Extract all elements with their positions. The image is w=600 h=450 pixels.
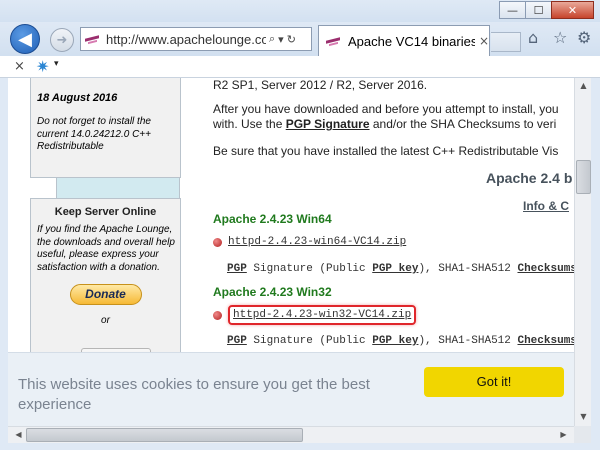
win32-sha-text: ), SHA1-SHA512 [418,335,518,347]
win64-sig-text: Signature (Public [246,263,373,275]
cookie-banner: This website uses cookies to ensure you … [8,352,574,426]
bullet-icon [213,237,222,247]
home-icon[interactable]: ⌂ [528,28,538,47]
verify-text-post: and/or the SHA Checksums to veri [369,117,557,131]
win64-pgp-link[interactable]: PGP [227,263,247,275]
verify-line-1: After you have downloaded and before you… [213,102,559,116]
cookie-accept-button[interactable]: Got it! [424,367,564,397]
verify-line-2: with. Use the PGP Signature and/or the S… [213,117,556,131]
forward-button[interactable]: ➜ [50,28,74,52]
search-icon[interactable]: ⌕ [269,32,275,46]
new-tab-button[interactable] [491,32,521,52]
release-date: 18 August 2016 [37,92,118,104]
win32-signature-row: PGP Signature (Public PGP key), SHA1-SHA… [227,335,574,347]
win64-download-link[interactable]: httpd-2.4.23-win64-VC14.zip [228,236,406,248]
redistributable-note: Do not forget to install the current 14.… [37,116,151,152]
scrollbar-corner [574,426,591,443]
win32-pgp-link[interactable]: PGP [227,335,247,347]
site-favicon-icon [85,32,99,46]
or-label: or [101,315,110,326]
close-window-button[interactable]: ✕ [551,1,594,19]
close-bar-icon[interactable]: × [14,59,25,74]
bullet-icon [213,310,222,320]
verify-text-pre: with. Use the [213,117,286,131]
window-controls: — ☐ ✕ [499,1,594,19]
win32-download-link[interactable]: httpd-2.4.23-win32-VC14.zip [228,305,417,325]
horizontal-scrollbar[interactable]: ◀ ▶ [8,426,574,443]
win32-download-row: httpd-2.4.23-win32-VC14.zip [213,305,417,325]
vertical-scroll-thumb[interactable] [576,160,591,194]
url-text[interactable]: http://www.apachelounge.com/download/ [106,32,266,47]
win64-download-row: httpd-2.4.23-win64-VC14.zip [213,236,406,248]
paypal-donate-button[interactable]: Donate [69,284,142,305]
win32-section-title: Apache 2.4.23 Win32 [213,285,332,299]
favorites-star-icon[interactable]: ☆ [553,28,567,47]
horizontal-scroll-thumb[interactable] [26,428,303,442]
back-arrow-icon: ◀ [18,28,32,50]
window-frame-right [591,78,600,450]
tab-favicon-icon [326,34,340,48]
address-bar[interactable]: http://www.apachelounge.com/download/ ⌕ … [80,27,312,51]
tab-apache-vc14[interactable]: Apache VC14 binaries and modules × [318,25,490,56]
scroll-right-icon[interactable]: ▶ [555,430,572,439]
scroll-left-icon[interactable]: ◀ [10,430,27,439]
caret-down-icon[interactable]: ▾ [54,59,59,69]
win32-checksums-link[interactable]: Checksums [517,335,574,347]
page-viewport: 18 August 2016 Do not forget to install … [8,78,574,426]
win32-sig-text: Signature (Public [246,335,373,347]
tab-title: Apache VC14 binaries and modules [348,33,475,49]
cookie-message: This website uses cookies to ensure you … [18,376,370,413]
tab-close-icon[interactable]: × [479,34,489,48]
donation-box-title: Keep Server Online [54,206,157,218]
redistributable-line: Be sure that you have installed the late… [213,144,559,158]
settings-gear-icon[interactable]: ⚙ [577,28,591,47]
win64-sha-text: ), SHA1-SHA512 [418,263,518,275]
win64-signature-row: PGP Signature (Public PGP key), SHA1-SHA… [227,263,574,275]
command-bar: × ✷ ▾ [0,56,600,78]
minimize-button[interactable]: — [499,1,526,19]
info-link[interactable]: Info & C [523,199,569,213]
forward-arrow-icon: ➜ [56,32,68,48]
scroll-down-icon[interactable]: ▼ [575,412,592,421]
navigation-bar: ◀ ➜ http://www.apachelounge.com/download… [0,22,600,56]
win32-pgp-key-link[interactable]: PGP key [372,335,418,347]
chevron-down-icon[interactable]: ▾ [278,33,284,46]
os-support-line: R2 SP1, Server 2012 / R2, Server 2016. [213,78,428,92]
refresh-icon[interactable]: ↻ [287,33,296,46]
sidebar-divider [56,178,180,200]
scroll-up-icon[interactable]: ▲ [575,81,592,90]
win64-checksums-link[interactable]: Checksums [517,263,574,275]
back-button[interactable]: ◀ [10,24,40,54]
win64-section-title: Apache 2.4.23 Win64 [213,212,332,226]
release-note-box: 18 August 2016 Do not forget to install … [30,78,181,178]
title-bar: — ☐ ✕ [0,0,600,22]
vertical-scrollbar[interactable]: ▲ ▼ [574,78,591,426]
pgp-signature-link[interactable]: PGP Signature [286,117,370,131]
win64-pgp-key-link[interactable]: PGP key [372,263,418,275]
apache-heading: Apache 2.4 b [486,170,573,186]
maximize-button[interactable]: ☐ [525,1,552,19]
addon-icon[interactable]: ✷ [36,57,49,76]
donation-box-text: If you find the Apache Lounge, the downl… [37,224,175,273]
